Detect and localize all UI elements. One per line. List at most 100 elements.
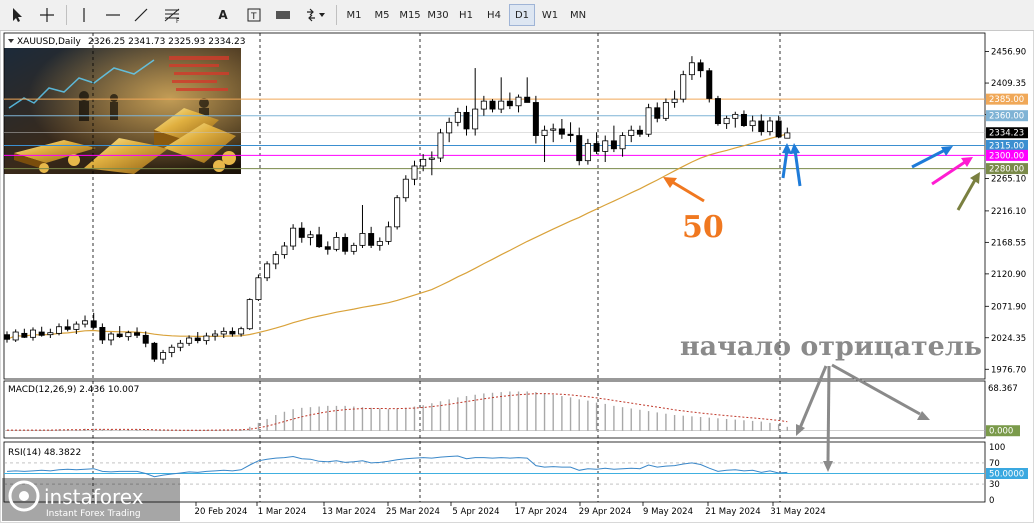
- bear-candle-body: [775, 120, 782, 138]
- candle: [515, 94, 522, 113]
- rsi-axis-label: 100: [989, 443, 1005, 453]
- bull-candle-body: [628, 129, 635, 136]
- bull-candle-body: [238, 328, 245, 335]
- bear-candle-body: [558, 128, 565, 135]
- level-2300-arrow-icon: [931, 160, 966, 186]
- bear-candle-body: [90, 320, 97, 328]
- rsi-label: RSI(14) 48.3822: [8, 448, 81, 458]
- bear-candle-body: [324, 246, 331, 250]
- bull-candle-body: [680, 74, 687, 100]
- moving-average-50-line: [6, 133, 788, 340]
- watermark-tagline: Instant Forex Trading: [46, 509, 141, 519]
- bull-candle-body: [385, 226, 392, 242]
- bull-candle-body: [723, 117, 730, 125]
- bear-candle-body: [99, 326, 106, 341]
- price-axis-label: 1976.70: [991, 365, 1026, 375]
- price-axis-label: 2409.35: [991, 79, 1026, 89]
- candle: [108, 332, 115, 346]
- candle: [680, 70, 687, 103]
- candle: [758, 114, 765, 136]
- candle: [437, 128, 444, 163]
- candle: [56, 323, 63, 336]
- note-arrow-1-icon: [798, 365, 828, 429]
- ohlc-readout: 2326.25 2341.73 2325.93 2334.23: [88, 37, 245, 47]
- note-arrow-2-icon: [826, 365, 831, 463]
- blue-arrowhead-right-icon: [790, 143, 800, 154]
- bull-candle-body: [472, 108, 479, 130]
- candle: [324, 241, 331, 255]
- candle: [168, 344, 175, 358]
- bear-candle-body: [636, 129, 643, 135]
- collapse-arrow-icon[interactable]: [8, 39, 14, 43]
- candle: [567, 122, 574, 143]
- candle: [4, 331, 10, 343]
- bear-candle-body: [714, 98, 721, 125]
- bear-candle-body: [524, 96, 531, 103]
- candle: [255, 274, 262, 301]
- bull-candle-body: [428, 157, 435, 160]
- bull-candle-body: [264, 263, 271, 279]
- bear-candle-body: [740, 113, 747, 127]
- candle: [723, 115, 730, 129]
- date-axis-label: 1 Mar 2024: [258, 507, 306, 517]
- candle: [463, 105, 470, 136]
- watermark-brand: instaforex: [44, 485, 144, 509]
- candle: [532, 95, 539, 144]
- bull-candle-body: [359, 233, 366, 246]
- bull-candle-body: [437, 132, 444, 159]
- candle: [446, 117, 453, 143]
- candle: [610, 125, 617, 153]
- candle: [732, 111, 739, 128]
- negative-start-annotation: начало отрицатель: [680, 332, 982, 362]
- rsi-axis-label: 30: [989, 480, 1000, 490]
- main-panel-border: [3, 32, 986, 380]
- bull-candle-body: [454, 111, 461, 123]
- bull-candle-body: [272, 254, 279, 265]
- date-axis-label: 17 Apr 2024: [515, 507, 568, 517]
- ma-arrow-icon: [668, 178, 705, 203]
- candle: [21, 328, 28, 338]
- bull-candle-body: [186, 337, 193, 344]
- bear-candle-body: [697, 62, 704, 72]
- price-axis-label: 2120.90: [991, 270, 1026, 280]
- bear-candle-body: [654, 107, 661, 119]
- macd-axis-top: 68.367: [988, 384, 1018, 394]
- bull-candle-body: [177, 342, 184, 348]
- bull-candle-body: [160, 352, 167, 360]
- candle: [489, 99, 496, 113]
- bear-candle-body: [298, 227, 305, 238]
- bull-candle-body: [498, 100, 505, 110]
- bull-candle-body: [584, 143, 591, 162]
- candle: [706, 68, 713, 103]
- level-tag-label: 2360.00: [989, 112, 1024, 122]
- macd-axis-zero: 0.000: [989, 427, 1013, 437]
- candle: [662, 98, 669, 121]
- rsi-axis-label: 0: [989, 496, 994, 506]
- candle: [212, 330, 219, 341]
- bear-candle-body: [134, 332, 141, 336]
- candle: [134, 327, 141, 338]
- bull-candle-body: [688, 62, 695, 76]
- macd-label: MACD(12,26,9) 2.436 10.007: [8, 385, 139, 395]
- bull-candle-body: [56, 326, 63, 334]
- price-axis-label: 2265.10: [991, 174, 1026, 184]
- candle: [472, 68, 479, 136]
- bear-candle-body: [368, 233, 375, 246]
- bull-candle-body: [766, 120, 773, 132]
- candle: [160, 349, 167, 364]
- bull-candle-body: [420, 158, 427, 167]
- candle: [264, 261, 271, 282]
- bull-candle-body: [402, 178, 409, 199]
- bull-candle-body: [550, 128, 557, 131]
- candle: [342, 233, 349, 255]
- candle: [281, 242, 288, 259]
- candle: [194, 332, 201, 344]
- bull-candle-body: [108, 333, 115, 341]
- candle: [38, 326, 45, 337]
- candle: [541, 125, 548, 163]
- candle: [688, 56, 695, 80]
- candle: [411, 160, 418, 186]
- bull-candle-body: [645, 107, 652, 135]
- candle: [290, 224, 297, 250]
- bear-candle-body: [4, 334, 10, 340]
